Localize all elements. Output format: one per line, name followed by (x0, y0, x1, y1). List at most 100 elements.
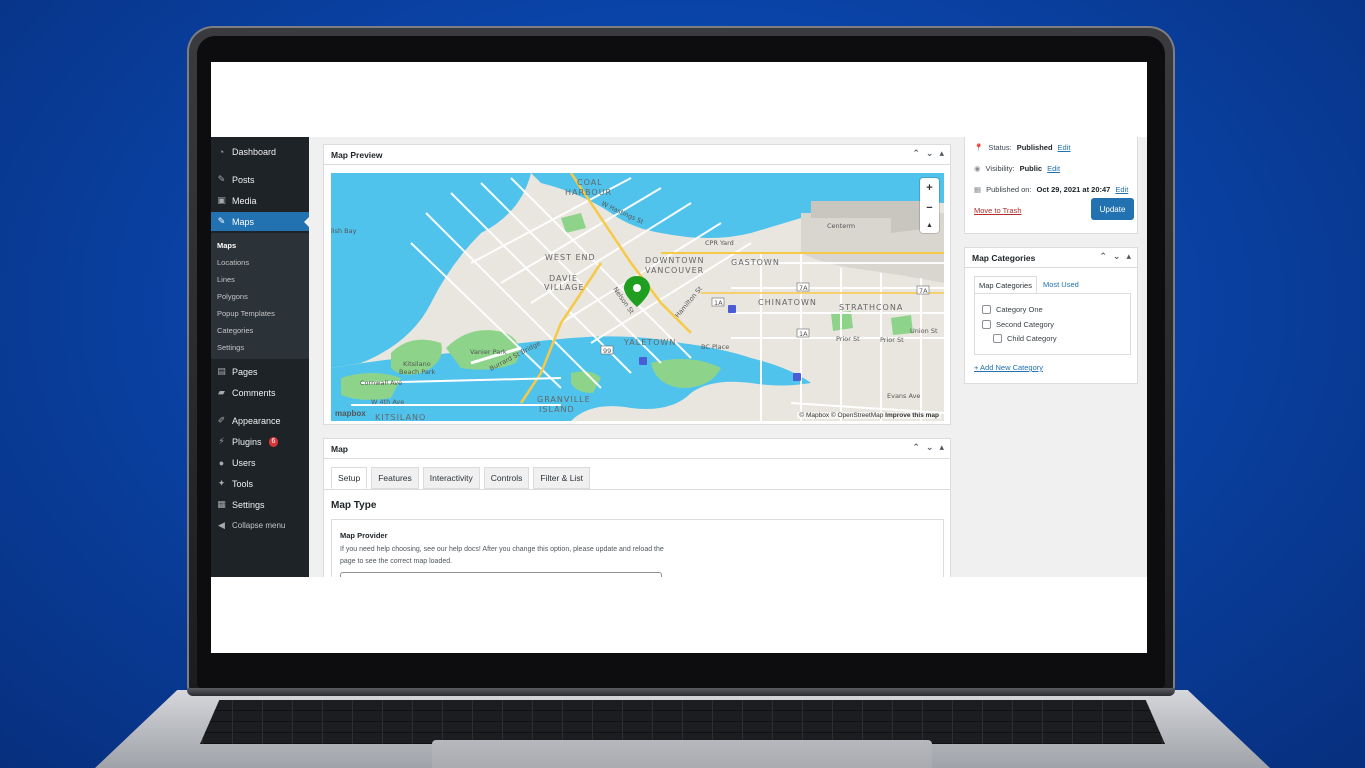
tab-features[interactable]: Features (371, 467, 419, 489)
sidebar-item-label: Tools (232, 478, 254, 489)
submenu-polygons[interactable]: Polygons (217, 292, 248, 301)
tab-most-used[interactable]: Most Used (1036, 276, 1083, 294)
publish-panel: 📍 Status: Published Edit ◉ Visibility: P… (964, 137, 1138, 234)
sidebar-item-plugins[interactable]: ⚡ Plugins 6 (211, 432, 309, 451)
visibility-row: ◉ Visibility: Public Edit (974, 164, 1060, 173)
map-label-coal-harbour: HARBOUR (565, 188, 612, 197)
submenu-settings[interactable]: Settings (217, 343, 244, 352)
sidebar-item-posts[interactable]: ✎ Posts (211, 170, 309, 189)
wordpress-admin: ◔ Dashboard ✎ Posts ▣ Media ✎ Maps Maps … (211, 137, 1147, 577)
zoom-out-button[interactable]: − (926, 202, 932, 214)
sidebar-item-label: Users (232, 457, 256, 468)
pin-icon: ✎ (217, 174, 226, 184)
checkbox[interactable] (982, 305, 991, 314)
zoom-in-button[interactable]: + (926, 182, 932, 194)
map-street-prior: Prior St (880, 336, 904, 344)
sidebar-item-users[interactable]: ● Users (211, 453, 309, 472)
trackpad (432, 740, 932, 768)
sidebar-item-maps[interactable]: ✎ Maps (211, 212, 309, 231)
submenu-locations[interactable]: Locations (217, 258, 249, 267)
update-button[interactable]: Update (1091, 198, 1134, 220)
settings-icon: ▦ (217, 499, 226, 509)
map-street-union: Union St (910, 327, 938, 335)
edit-visibility-link[interactable]: Edit (1047, 164, 1060, 173)
move-down-icon[interactable]: ⌄ (926, 442, 934, 453)
section-title: Map Type (331, 500, 377, 511)
media-icon: ▣ (217, 195, 226, 205)
panel-header: Map Preview ⌃ ⌄ ▴ (324, 145, 950, 165)
pages-icon: ▤ (217, 366, 226, 376)
sidebar-item-appearance[interactable]: ✐ Appearance (211, 411, 309, 430)
visibility-value: Public (1019, 164, 1043, 173)
map-provider-box: Map Provider If you need help choosing, … (331, 519, 944, 577)
edit-status-link[interactable]: Edit (1058, 143, 1071, 152)
tab-controls[interactable]: Controls (483, 467, 530, 489)
category-item[interactable]: Child Category (993, 334, 1057, 343)
checkbox[interactable] (982, 320, 991, 329)
tab-filter-list[interactable]: Filter & List (533, 467, 590, 489)
submenu-lines[interactable]: Lines (217, 275, 235, 284)
sidebar-item-label: Posts (232, 174, 255, 185)
map-label-yaletown: YALETOWN (623, 338, 676, 347)
toggle-panel-icon[interactable]: ▴ (939, 442, 944, 453)
collapse-menu-button[interactable]: ◀ Collapse menu (211, 516, 309, 535)
map-label-kitsilano: KITSILANO (375, 413, 426, 421)
sidebar-item-media[interactable]: ▣ Media (211, 191, 309, 210)
tabs-divider (324, 489, 950, 490)
submenu-popup-templates[interactable]: Popup Templates (217, 309, 275, 318)
sidebar-item-dashboard[interactable]: ◔ Dashboard (211, 142, 309, 161)
map-label-chinatown: CHINATOWN (758, 298, 817, 307)
move-up-icon[interactable]: ⌃ (912, 442, 920, 453)
provider-select[interactable] (340, 572, 662, 577)
add-new-category-link[interactable]: + Add New Category (974, 363, 1043, 372)
checkbox[interactable] (993, 334, 1002, 343)
move-down-icon[interactable]: ⌄ (1113, 251, 1121, 262)
attribution-text[interactable]: © Mapbox © OpenStreetMap (799, 412, 883, 419)
sidebar-item-label: Maps (232, 216, 255, 227)
sidebar-item-settings[interactable]: ▦ Settings (211, 495, 309, 514)
mapbox-logo[interactable]: mapbox (335, 409, 366, 418)
panel-header: Map ⌃ ⌄ ▴ (324, 439, 950, 459)
map-poi-bc-place: BC Place (701, 343, 729, 351)
map-street-evans: Evans Ave (887, 392, 920, 400)
improve-map-link[interactable]: Improve this map (885, 412, 939, 419)
move-up-icon[interactable]: ⌃ (912, 148, 920, 159)
map-attribution: © Mapbox © OpenStreetMap Improve this ma… (797, 412, 941, 419)
category-label: Category One (996, 305, 1043, 314)
submenu-maps[interactable]: Maps (217, 241, 236, 250)
map-route-1a: 1A (799, 330, 808, 338)
toggle-panel-icon[interactable]: ▴ (939, 148, 944, 159)
laptop-hinge (187, 688, 1175, 696)
visibility-label: Visibility: (985, 164, 1015, 173)
published-value: Oct 29, 2021 at 20:47 (1036, 185, 1111, 194)
category-item[interactable]: Second Category (982, 320, 1054, 329)
user-icon: ● (218, 457, 225, 468)
move-up-icon[interactable]: ⌃ (1099, 251, 1107, 262)
tab-all-categories[interactable]: Map Categories (974, 276, 1037, 294)
move-down-icon[interactable]: ⌄ (926, 148, 934, 159)
compass-button[interactable]: ▲ (926, 222, 933, 229)
toggle-panel-icon[interactable]: ▴ (1126, 251, 1131, 262)
tab-interactivity[interactable]: Interactivity (422, 467, 480, 489)
map-route-99: 99 (603, 347, 611, 355)
map-poi-centerm: Centerm (827, 222, 855, 230)
plugin-icon: ⚡ (218, 436, 225, 446)
move-to-trash-link[interactable]: Move to Trash (974, 206, 1022, 215)
map-poi-cpr-yard: CPR Yard (705, 239, 734, 247)
brush-icon: ✐ (217, 415, 226, 425)
published-row: ▦ Published on: Oct 29, 2021 at 20:47 Ed… (974, 185, 1128, 194)
map-label-west-end: WEST END (545, 253, 596, 262)
edit-date-link[interactable]: Edit (1115, 185, 1128, 194)
sidebar-item-label: Collapse menu (232, 521, 286, 530)
category-item[interactable]: Category One (982, 305, 1043, 314)
tab-setup[interactable]: Setup (331, 467, 368, 489)
category-tabs: Map Categories Most Used (974, 276, 1083, 294)
sidebar-item-tools[interactable]: ✦ Tools (211, 474, 309, 493)
map-canvas[interactable]: COAL HARBOUR WEST END DOWNTOWN VANCOUVER… (331, 173, 944, 421)
map-label-davie: VILLAGE (544, 283, 585, 292)
panel-title: Map Preview (331, 149, 383, 160)
sidebar-item-comments[interactable]: ▰ Comments (211, 383, 309, 402)
sidebar-item-pages[interactable]: ▤ Pages (211, 362, 309, 381)
submenu-categories[interactable]: Categories (217, 326, 253, 335)
status-row: 📍 Status: Published Edit (974, 143, 1070, 152)
